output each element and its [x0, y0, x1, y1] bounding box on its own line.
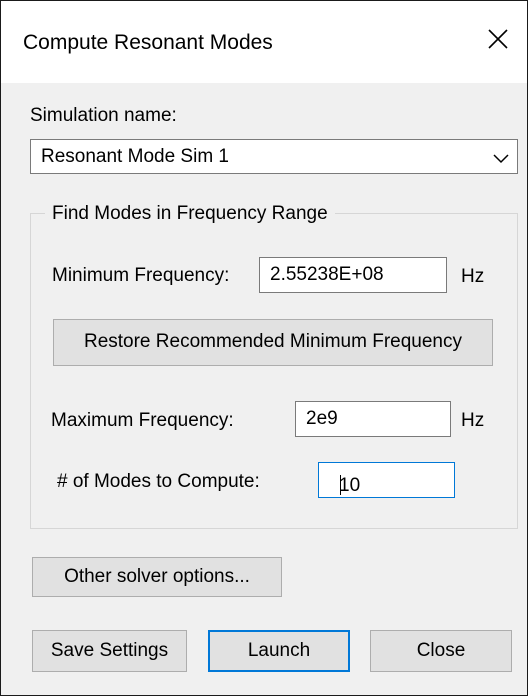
max-frequency-unit: Hz	[461, 410, 485, 431]
max-frequency-value: 2e9	[306, 408, 338, 429]
title-bar: Compute Resonant Modes	[1, 1, 527, 83]
text-caret	[340, 475, 341, 495]
simulation-name-label: Simulation name:	[30, 105, 177, 126]
close-button[interactable]: Close	[370, 630, 512, 672]
other-solver-options-button[interactable]: Other solver options...	[32, 557, 282, 597]
modes-count-value: 10	[339, 475, 361, 496]
launch-button[interactable]: Launch	[208, 630, 350, 672]
modes-count-label: # of Modes to Compute:	[57, 471, 260, 492]
modes-count-input[interactable]: 10	[318, 462, 455, 498]
chevron-down-icon	[493, 151, 509, 169]
dialog-window: Compute Resonant Modes Simulation name: …	[0, 0, 528, 696]
max-frequency-input[interactable]: 2e9	[295, 401, 451, 437]
save-settings-button[interactable]: Save Settings	[32, 630, 187, 672]
simulation-name-value: Resonant Mode Sim 1	[41, 146, 229, 167]
max-frequency-label: Maximum Frequency:	[51, 410, 234, 431]
min-frequency-unit: Hz	[461, 266, 485, 287]
launch-label: Launch	[247, 640, 311, 661]
close-label: Close	[416, 640, 466, 661]
min-frequency-value: 2.55238E+08	[270, 264, 384, 285]
close-icon[interactable]	[485, 25, 511, 53]
restore-min-frequency-button[interactable]: Restore Recommended Minimum Frequency	[53, 319, 493, 366]
restore-min-frequency-label: Restore Recommended Minimum Frequency	[83, 331, 463, 352]
frequency-range-group-title: Find Modes in Frequency Range	[45, 203, 335, 225]
dialog-title: Compute Resonant Modes	[23, 31, 273, 54]
other-solver-options-label: Other solver options...	[64, 566, 250, 587]
simulation-name-dropdown[interactable]: Resonant Mode Sim 1	[30, 139, 518, 174]
save-settings-label: Save Settings	[50, 640, 169, 661]
min-frequency-label: Minimum Frequency:	[52, 265, 230, 286]
min-frequency-input[interactable]: 2.55238E+08	[259, 257, 447, 293]
